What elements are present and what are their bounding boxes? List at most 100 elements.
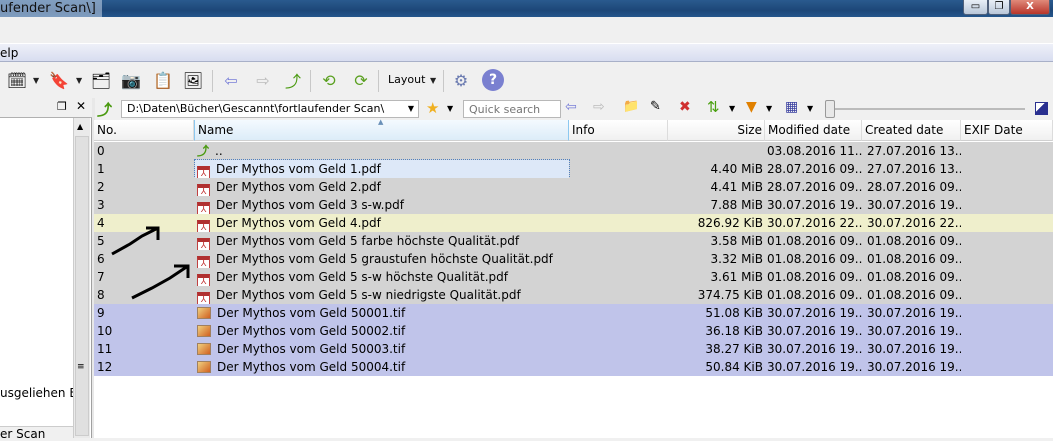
chevron-down-icon[interactable]: ▼: [766, 104, 772, 113]
menu-help[interactable]: elp: [0, 46, 18, 60]
tree-item[interactable]: usgeliehen Bib: [0, 386, 73, 400]
created-date: 27.07.2016 13...: [867, 144, 961, 158]
tree-item[interactable]: er Scan: [0, 426, 73, 441]
file-row[interactable]: 2 ⅄ Der Mythos vom Geld 2.pdf 4.41 MiB 28…: [94, 178, 1053, 196]
file-name-cell[interactable]: ⅄ Der Mythos vom Geld 4.pdf: [195, 214, 569, 232]
camera-icon[interactable]: 📷: [120, 69, 142, 91]
bookmark-icon[interactable]: 🔖: [48, 69, 70, 91]
title-bar: ufender Scan\] ▭ ❐ X: [0, 0, 1053, 17]
folder-tree-icon[interactable]: 🗂: [90, 69, 112, 91]
view-mode-icon[interactable]: ▦: [785, 99, 798, 115]
modified-date: 03.08.2016 11...: [767, 144, 862, 158]
rename-icon[interactable]: ✎: [650, 99, 661, 114]
column-header-info[interactable]: Info: [569, 120, 668, 141]
chevron-down-icon[interactable]: ▼: [408, 101, 414, 117]
float-panel-icon[interactable]: ❐: [57, 100, 67, 113]
file-name-cell[interactable]: ⅄ Der Mythos vom Geld 5 farbe höchste Qua…: [195, 232, 569, 250]
file-row[interactable]: 8 ⅄ Der Mythos vom Geld 5 s-w niedrigste …: [94, 286, 1053, 304]
close-button[interactable]: X: [1010, 0, 1050, 15]
file-row[interactable]: 10 Der Mythos vom Geld 50002.tif 36.18 K…: [94, 322, 1053, 340]
panel-header: ❐ ✕: [0, 98, 92, 118]
help-icon[interactable]: ?: [482, 69, 504, 91]
folder-panel: ❐ ✕ ▲ ≡ usgeliehen Bib er Scan: [0, 98, 92, 441]
up-folder-icon[interactable]: ⤴: [282, 69, 304, 91]
column-header-created[interactable]: Created date: [862, 120, 961, 141]
file-row[interactable]: 7 ⅄ Der Mythos vom Geld 5 s-w höchste Qua…: [94, 268, 1053, 286]
thumbnail-size-icon[interactable]: [1035, 102, 1048, 115]
file-name-cell[interactable]: ⅄ Der Mythos vom Geld 5 s-w höchste Quali…: [195, 268, 569, 286]
file-name-cell[interactable]: ⅄ Der Mythos vom Geld 3 s-w.pdf: [195, 196, 569, 214]
file-name-cell[interactable]: ⅄ Der Mythos vom Geld 2.pdf: [195, 178, 569, 196]
back-icon[interactable]: ⇦: [220, 69, 242, 91]
file-row[interactable]: 3 ⅄ Der Mythos vom Geld 3 s-w.pdf 7.88 Mi…: [94, 196, 1053, 214]
file-row[interactable]: 0 ⤴.. 03.08.2016 11... 27.07.2016 13...: [94, 142, 1053, 160]
new-folder-icon[interactable]: 📁: [623, 99, 639, 114]
file-name-cell[interactable]: Der Mythos vom Geld 50002.tif: [195, 322, 569, 340]
panel-scrollbar[interactable]: ▲ ≡: [73, 118, 90, 438]
sort-icon[interactable]: ⇅: [707, 98, 720, 116]
zoom-slider-thumb[interactable]: [825, 100, 835, 118]
minimize-button[interactable]: ▭: [963, 0, 988, 15]
file-row[interactable]: 1 ⅄ Der Mythos vom Geld 1.pdf 4.40 MiB 28…: [94, 159, 1053, 179]
file-name-cell[interactable]: ⅄ Der Mythos vom Geld 5 s-w niedrigste Qu…: [195, 286, 569, 304]
forward-icon[interactable]: ⇨: [252, 69, 274, 91]
file-name: Der Mythos vom Geld 1.pdf: [216, 162, 381, 176]
row-number: 10: [97, 324, 113, 338]
file-row[interactable]: 9 Der Mythos vom Geld 50001.tif 51.08 Ki…: [94, 304, 1053, 322]
chevron-down-icon[interactable]: ▼: [76, 76, 86, 85]
forward-icon[interactable]: ⇨: [593, 99, 605, 115]
file-name-cell[interactable]: Der Mythos vom Geld 50004.tif: [195, 358, 569, 376]
modified-date: 30.07.2016 19...: [767, 342, 862, 356]
copy-to-icon[interactable]: 📋: [152, 69, 174, 91]
chevron-down-icon[interactable]: ▼: [729, 104, 735, 113]
menu-bar: elp: [0, 44, 1053, 62]
chevron-down-icon[interactable]: ▼: [33, 76, 43, 85]
modified-date: 28.07.2016 09...: [767, 180, 862, 194]
file-name-cell[interactable]: Der Mythos vom Geld 50003.tif: [195, 340, 569, 358]
chevron-down-icon[interactable]: ▼: [447, 104, 453, 113]
zoom-slider[interactable]: [825, 108, 1025, 110]
column-header-size[interactable]: Size: [668, 120, 765, 141]
file-name: Der Mythos vom Geld 2.pdf: [216, 180, 381, 194]
file-name-cell[interactable]: Der Mythos vom Geld 50001.tif: [195, 304, 569, 322]
restore-button[interactable]: ❐: [988, 0, 1010, 15]
up-folder-icon[interactable]: ⤴: [97, 99, 112, 120]
column-header-modified[interactable]: Modified date: [765, 120, 862, 141]
quick-search-input[interactable]: [463, 100, 561, 118]
delete-icon[interactable]: ✖: [679, 99, 691, 115]
file-size: 826.92 KiB: [697, 216, 763, 230]
favorites-star-icon[interactable]: ★: [426, 99, 439, 117]
image-file-icon: [197, 325, 211, 337]
filter-icon[interactable]: ▼: [746, 99, 757, 115]
move-to-icon[interactable]: 🖼: [182, 69, 204, 91]
file-name: Der Mythos vom Geld 50002.tif: [217, 324, 406, 338]
file-name: Der Mythos vom Geld 5 farbe höchste Qual…: [216, 234, 520, 248]
file-size: 38.27 KiB: [705, 342, 763, 356]
created-date: 30.07.2016 22...: [867, 216, 961, 230]
file-name: Der Mythos vom Geld 50003.tif: [217, 342, 406, 356]
back-icon[interactable]: ⇦: [565, 99, 577, 115]
close-panel-icon[interactable]: ✕: [76, 99, 86, 113]
numbering-icon[interactable]: 🗓: [6, 69, 28, 91]
file-row[interactable]: 5 ⅄ Der Mythos vom Geld 5 farbe höchste Q…: [94, 232, 1053, 250]
rotate-right-icon[interactable]: ⟳: [350, 69, 372, 91]
modified-date: 30.07.2016 19...: [767, 324, 862, 338]
file-row[interactable]: 6 ⅄ Der Mythos vom Geld 5 graustufen höch…: [94, 250, 1053, 268]
file-row[interactable]: 11 Der Mythos vom Geld 50003.tif 38.27 K…: [94, 340, 1053, 358]
file-row[interactable]: 4 ⅄ Der Mythos vom Geld 4.pdf 826.92 KiB …: [94, 214, 1053, 232]
file-name: ..: [215, 144, 223, 158]
path-input[interactable]: D:\Daten\Bücher\Gescannt\fortlaufender S…: [121, 100, 419, 118]
path-bar: ⤴ D:\Daten\Bücher\Gescannt\fortlaufender…: [95, 98, 1053, 120]
column-header-name[interactable]: Name ▲: [194, 118, 569, 141]
chevron-down-icon[interactable]: ▼: [807, 104, 813, 113]
file-name-cell[interactable]: ⤴..: [195, 142, 569, 160]
file-row[interactable]: 12 Der Mythos vom Geld 50004.tif 50.84 K…: [94, 358, 1053, 376]
layout-button[interactable]: Layout: [388, 73, 425, 86]
file-name-cell[interactable]: ⅄ Der Mythos vom Geld 1.pdf: [194, 159, 570, 179]
settings-gear-icon[interactable]: ⚙: [450, 69, 472, 91]
chevron-down-icon[interactable]: ▼: [430, 76, 440, 85]
rotate-left-icon[interactable]: ⟲: [318, 69, 340, 91]
column-header-exif[interactable]: EXIF Date: [961, 120, 1053, 141]
main-toolbar: 🗓 ▼ 🔖 ▼ 🗂 📷 📋 🖼 ⇦ ⇨ ⤴ ⟲ ⟳ Layout ▼ ⚙ ?: [0, 62, 1053, 98]
file-name-cell[interactable]: ⅄ Der Mythos vom Geld 5 graustufen höchst…: [195, 250, 569, 268]
